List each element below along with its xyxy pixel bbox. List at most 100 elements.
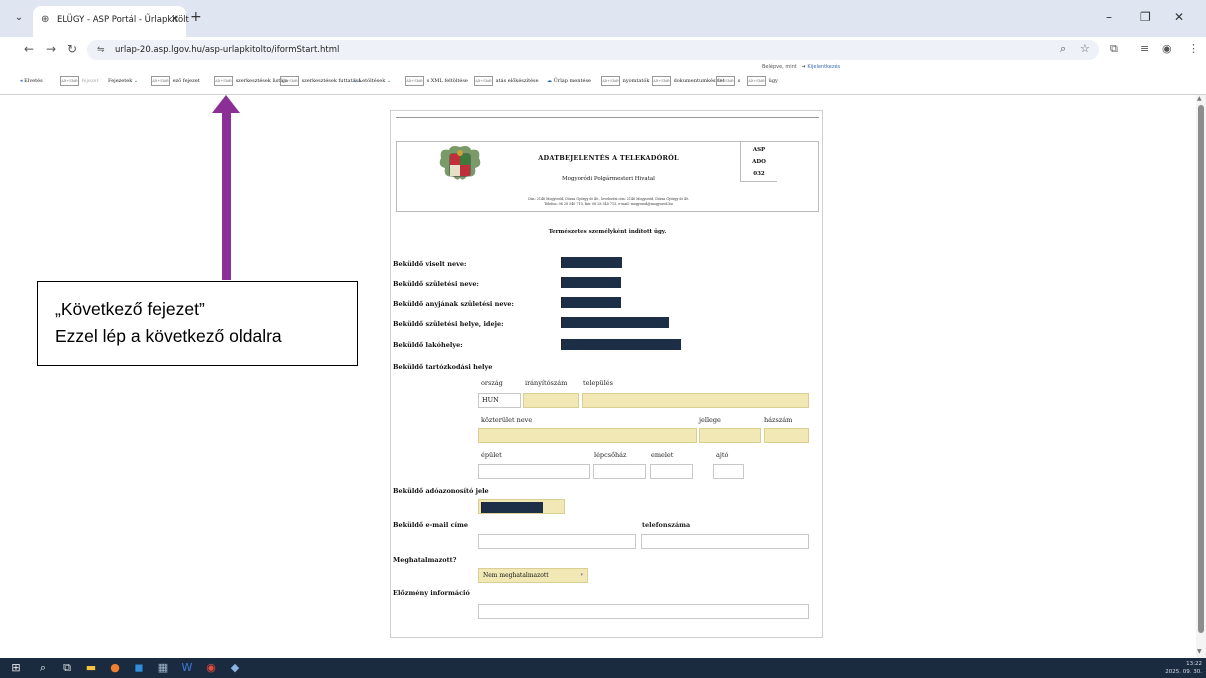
chevron-down-icon: ⌄ xyxy=(133,78,139,84)
save-form-label: Űrlap mentése xyxy=(553,78,591,84)
redacted-value xyxy=(481,502,543,513)
scroll-thumb[interactable] xyxy=(1198,105,1204,633)
minimize-icon[interactable]: – xyxy=(1106,10,1112,24)
street-header: közterület neve xyxy=(481,416,533,424)
tab-title: ELÜGY - ASP Portál - Űrlapkitölt xyxy=(57,15,189,25)
city-input[interactable] xyxy=(582,393,809,408)
download-icon: ⤓ xyxy=(353,78,358,84)
top-divider xyxy=(396,117,819,118)
house-number-input[interactable] xyxy=(764,428,809,443)
printers-label: nyomtatók xyxy=(622,78,650,84)
system-clock[interactable]: 13:22 2025. 09. 30. xyxy=(1165,660,1202,676)
close-window-icon[interactable]: ✕ xyxy=(1174,10,1184,24)
discard-button[interactable]: ◂ Elvetés xyxy=(20,75,43,87)
logout-link[interactable]: Kijelentkezés xyxy=(807,64,840,70)
save-form-button[interactable]: ☁ Űrlap mentése xyxy=(547,75,591,87)
forward-icon[interactable]: → xyxy=(46,41,56,57)
menu-icon[interactable]: ⋮ xyxy=(1188,41,1199,57)
print-preview-button[interactable]: Alt+Shift atás előkészítése xyxy=(474,75,539,87)
word-icon[interactable]: W xyxy=(180,661,194,675)
authorized-select[interactable]: Nem meghatalmazott ▾ xyxy=(478,568,588,583)
search-icon[interactable]: ⌕ xyxy=(36,661,50,675)
logout-arrow-icon: ➜ xyxy=(798,64,806,70)
form-page: ADATBEJELENTÉS A TELEKADÓRÓL Mogyoródi P… xyxy=(390,110,823,638)
chrome-icon[interactable]: ◉ xyxy=(204,661,218,675)
downloads-label: Letöltések xyxy=(358,78,386,84)
case-label: ügy xyxy=(768,78,778,84)
form-code-line: ASP xyxy=(752,147,766,153)
phone-label: telefonszáma xyxy=(642,521,691,529)
shortcut-badge: Alt+Shift xyxy=(280,75,299,86)
callout-line-1: „Következő fejezet” xyxy=(55,299,205,319)
task-view-icon[interactable]: ⧉ xyxy=(60,661,74,675)
error-list-button[interactable]: Alt+Shift szerkesztések listája xyxy=(214,75,288,87)
next-chapter-label: ező fejezet xyxy=(172,78,200,84)
zip-header: irányítószám xyxy=(525,379,568,387)
clock-time: 13:22 xyxy=(1186,661,1202,667)
phone-input[interactable] xyxy=(641,534,809,549)
shortcut-badge: Alt+Shift xyxy=(151,75,170,86)
stay-address-label: Beküldő tartózkodási helye xyxy=(393,363,493,371)
case-button[interactable]: Alt+Shift ügy xyxy=(747,75,778,87)
annotation-arrow-shaft xyxy=(222,112,231,280)
next-chapter-button[interactable]: Alt+Shift ező fejezet xyxy=(151,75,200,87)
xml-upload-button[interactable]: Alt+Shift s XML feltöltése xyxy=(405,75,468,87)
firefox-icon[interactable]: ● xyxy=(108,661,122,675)
back-icon[interactable]: ← xyxy=(24,41,34,57)
previous-chapter-button[interactable]: Alt+Shift fejezet xyxy=(60,75,99,87)
windows-start-icon[interactable]: ⊞ xyxy=(9,661,23,675)
door-input[interactable] xyxy=(713,464,744,479)
shortcut-badge: Alt+Shift xyxy=(601,75,620,86)
chapters-dropdown[interactable]: Fejezetek ⌄ xyxy=(108,75,138,87)
country-input[interactable]: HUN xyxy=(478,393,521,408)
clock-date: 2025. 09. 30. xyxy=(1165,669,1202,675)
zip-input[interactable] xyxy=(523,393,579,408)
star-icon[interactable]: ☆ xyxy=(1080,41,1090,57)
form-toolbar: Belépve, mint ➜ Kijelentkezés ◂ Elvetés … xyxy=(0,63,1206,95)
new-tab-plus-icon[interactable]: + xyxy=(190,8,202,26)
zoom-icon[interactable]: ⌕ xyxy=(1060,41,1066,57)
birth-name-label: Beküldő születési neve: xyxy=(393,280,479,288)
profile-icon[interactable]: ◉ xyxy=(1162,41,1172,57)
app-icon[interactable]: ◆ xyxy=(228,661,242,675)
run-checks-button[interactable]: Alt+Shift szerkesztések futtatása xyxy=(280,75,361,87)
floor-input[interactable] xyxy=(650,464,693,479)
email-label: Beküldő e-mail címe xyxy=(393,521,469,529)
street-input[interactable] xyxy=(478,428,697,443)
discard-label: Elvetés xyxy=(24,78,43,84)
mother-name-label: Beküldő anyjának születési neve: xyxy=(393,300,514,308)
staircase-input[interactable] xyxy=(593,464,646,479)
calculator-icon[interactable]: ▦ xyxy=(156,661,170,675)
scroll-down-icon[interactable]: ▼ xyxy=(1197,648,1202,656)
outlook-icon[interactable]: ◼ xyxy=(132,661,146,675)
page-scrollbar[interactable]: ▲ ▼ xyxy=(1196,95,1206,658)
country-header: ország xyxy=(481,379,503,387)
previous-info-input[interactable] xyxy=(478,604,809,619)
maximize-icon[interactable]: ❐ xyxy=(1140,10,1151,24)
site-settings-tune-icon[interactable]: ⇋ xyxy=(97,40,105,60)
authorized-select-value: Nem meghatalmazott xyxy=(483,572,549,579)
file-explorer-icon[interactable]: ▬ xyxy=(84,661,98,675)
redacted-value xyxy=(561,339,681,350)
building-input[interactable] xyxy=(478,464,590,479)
extensions-icon[interactable]: ⧉ xyxy=(1110,41,1118,57)
form-code-line: 032 xyxy=(753,171,765,177)
reading-list-icon[interactable]: ≡ xyxy=(1140,41,1149,57)
scroll-up-icon[interactable]: ▲ xyxy=(1197,95,1202,103)
downloads-dropdown[interactable]: ⤓ Letöltések ⌄ xyxy=(353,75,391,87)
street-type-input[interactable] xyxy=(699,428,761,443)
tab-list-chevron-down-icon[interactable]: ⌄ xyxy=(10,9,28,27)
email-input[interactable] xyxy=(478,534,636,549)
shortcut-badge: Alt+Shift xyxy=(747,75,766,86)
reload-icon[interactable]: ↻ xyxy=(67,41,77,57)
browser-tab-strip: ⌄ ⊕ ELÜGY - ASP Portál - Űrlapkitölt ✕ +… xyxy=(0,0,1206,37)
s-button[interactable]: Alt+Shift s xyxy=(716,75,740,87)
printers-button[interactable]: Alt+Shift nyomtatók xyxy=(601,75,649,87)
s-label: s xyxy=(737,78,741,84)
document-set-button[interactable]: Alt+Shift dokumentumkészlet xyxy=(652,75,725,87)
browser-tab[interactable]: ⊕ ELÜGY - ASP Portál - Űrlapkitölt ✕ xyxy=(33,6,189,37)
door-header: ajtó xyxy=(716,451,729,459)
authorized-label: Meghatalmazott? xyxy=(393,556,457,564)
tab-close-icon[interactable]: ✕ xyxy=(171,6,179,34)
url-input[interactable]: ⇋ urlap-20.asp.lgov.hu/asp-urlapkitolto/… xyxy=(87,40,1099,60)
